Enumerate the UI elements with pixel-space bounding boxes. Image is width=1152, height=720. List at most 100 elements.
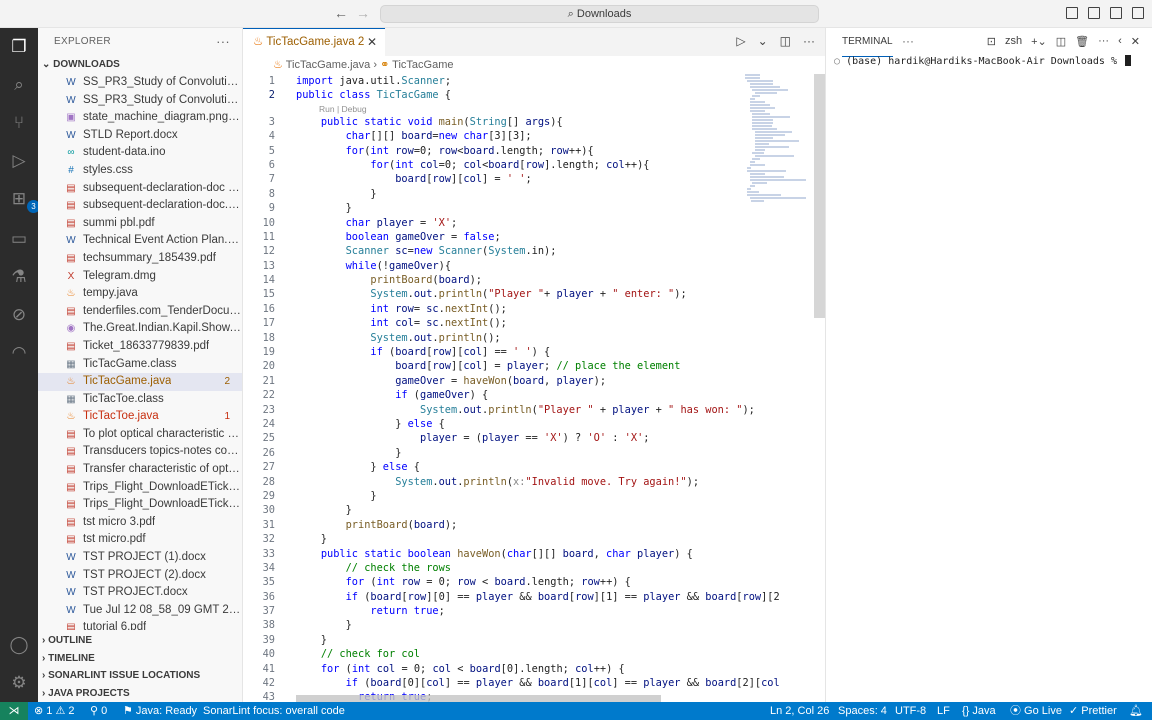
- remote-indicator-icon[interactable]: ⋊: [0, 702, 28, 720]
- file-item[interactable]: ▤ tutorial 6.pdf: [38, 619, 242, 630]
- source-control-icon[interactable]: ⑂: [8, 112, 30, 134]
- file-item[interactable]: ♨ tempy.java: [38, 285, 242, 303]
- go-live-button[interactable]: ⦿ Go Live: [1010, 702, 1062, 720]
- toggle-panel-icon[interactable]: [1088, 7, 1100, 19]
- close-icon[interactable]: ✕: [1131, 35, 1140, 48]
- toggle-secondary-sidebar-icon[interactable]: [1110, 7, 1122, 19]
- minimap-line: [752, 158, 760, 160]
- file-item[interactable]: ▤ techsummary_185439.pdf: [38, 250, 242, 268]
- file-item[interactable]: ▤ Transfer characteristic of opto...: [38, 461, 242, 479]
- section-outline[interactable]: › OUTLINE: [38, 632, 242, 650]
- terminal-prompt-line[interactable]: ○ (base) hardik@Hardiks-MacBook-Air Down…: [834, 55, 1132, 67]
- end-of-line[interactable]: LF: [937, 702, 950, 720]
- close-icon[interactable]: ✕: [367, 29, 377, 56]
- tab-tictacgame[interactable]: ♨ TicTacGame.java 2 ✕: [243, 28, 385, 56]
- file-type-icon: W: [66, 569, 76, 581]
- run-debug-icon[interactable]: ▷: [8, 150, 30, 172]
- file-type-icon: ▤: [66, 340, 76, 352]
- chevron-left-icon[interactable]: ‹: [1118, 35, 1122, 48]
- horizontal-scrollbar[interactable]: [296, 695, 661, 702]
- file-item[interactable]: ▤ Trips_Flight_DownloadETicket ...: [38, 479, 242, 497]
- more-actions-icon[interactable]: ···: [803, 34, 815, 48]
- file-item[interactable]: W TST PROJECT (2).docx: [38, 567, 242, 585]
- code-editor[interactable]: 1 import java.util.Scanner; 2 public class …: [243, 74, 825, 702]
- indentation[interactable]: Spaces: 4: [838, 702, 887, 720]
- section-timeline[interactable]: › TIMELINE: [38, 650, 242, 668]
- sonarlint-icon[interactable]: ◠: [8, 342, 30, 364]
- prettier-status[interactable]: ✓ Prettier: [1069, 702, 1117, 720]
- file-item[interactable]: ▤ Trips_Flight_DownloadETicket....: [38, 496, 242, 514]
- java-projects-icon[interactable]: ⊘: [8, 304, 30, 326]
- encoding[interactable]: UTF-8: [895, 702, 926, 720]
- file-name: state_machine_diagram.png.jpg: [83, 111, 241, 124]
- search-icon[interactable]: ⌕: [8, 74, 30, 96]
- new-terminal-icon[interactable]: +⌄: [1031, 35, 1047, 48]
- bell-icon[interactable]: 🔔︎: [1129, 702, 1143, 720]
- extensions-icon[interactable]: ⊞ 3: [8, 188, 40, 213]
- trash-icon[interactable]: 🗑︎: [1075, 35, 1089, 48]
- cursor-position[interactable]: Ln 2, Col 26: [770, 702, 829, 720]
- codelens-run-debug[interactable]: Run | Debug: [243, 103, 825, 115]
- chevron-down-icon[interactable]: ⌄: [758, 34, 768, 48]
- file-item[interactable]: X Telegram.dmg: [38, 268, 242, 286]
- file-item[interactable]: ▤ tenderfiles.com_TenderDocum...: [38, 303, 242, 321]
- command-center[interactable]: ⌕ Downloads: [380, 5, 819, 23]
- problems-indicator[interactable]: ⊗ 1 ⚠ 2: [34, 702, 74, 720]
- file-item[interactable]: ▦ TicTacGame.class: [38, 356, 242, 374]
- more-actions-icon[interactable]: ···: [1098, 35, 1109, 48]
- file-item[interactable]: ▤ To plot optical characteristic of...: [38, 426, 242, 444]
- file-item[interactable]: W Tue Jul 12 08_58_09 GMT 202...: [38, 602, 242, 620]
- breadcrumb-symbol[interactable]: TicTacGame: [392, 59, 453, 71]
- tab-terminal[interactable]: TERMINAL: [842, 28, 893, 57]
- file-item[interactable]: ▤ tst micro.pdf: [38, 531, 242, 549]
- file-item[interactable]: W TST PROJECT.docx: [38, 584, 242, 602]
- toggle-sidebar-icon[interactable]: [1066, 7, 1078, 19]
- split-terminal-icon[interactable]: ◫: [1056, 35, 1066, 48]
- remote-explorer-icon[interactable]: ▭: [8, 228, 30, 250]
- file-item[interactable]: ♨ TicTacToe.java 1: [38, 408, 242, 426]
- ports-indicator[interactable]: ⚲ 0: [90, 702, 107, 720]
- more-actions-icon[interactable]: ···: [216, 28, 230, 56]
- section-java-projects[interactable]: › JAVA PROJECTS: [38, 685, 242, 703]
- file-item[interactable]: ▤ tst micro 3.pdf: [38, 514, 242, 532]
- terminal-shell-name[interactable]: zsh: [1005, 35, 1022, 48]
- file-item[interactable]: W STLD Report.docx: [38, 127, 242, 145]
- file-item[interactable]: ◉ The.Great.Indian.Kapil.Show.S0...: [38, 320, 242, 338]
- language-mode[interactable]: {} Java: [962, 702, 996, 720]
- vertical-scrollbar[interactable]: [814, 74, 825, 318]
- split-editor-icon[interactable]: ◫: [780, 34, 791, 48]
- file-item[interactable]: W Technical Event Action Plan.docx: [38, 232, 242, 250]
- run-icon[interactable]: ▷: [736, 34, 745, 48]
- customize-layout-icon[interactable]: [1132, 7, 1144, 19]
- file-item[interactable]: ▤ Ticket_18633779839.pdf: [38, 338, 242, 356]
- java-status[interactable]: ⚑ Java: Ready: [123, 702, 197, 720]
- breadcrumb-file[interactable]: TicTacGame.java: [286, 59, 371, 71]
- folder-header[interactable]: ⌄ DOWNLOADS: [38, 56, 242, 74]
- file-name: tst micro.pdf: [83, 533, 146, 546]
- file-item[interactable]: W SS_PR3_Study of Convolution ...: [38, 92, 242, 110]
- minimap-line: [754, 149, 765, 151]
- file-item[interactable]: ▤ summi pbl.pdf: [38, 215, 242, 233]
- minimap[interactable]: [745, 74, 815, 202]
- file-item[interactable]: ♨ TicTacGame.java 2: [38, 373, 242, 391]
- gear-icon[interactable]: ⚙: [8, 672, 30, 694]
- file-item[interactable]: ▣ state_machine_diagram.png.jpg: [38, 109, 242, 127]
- more-actions-icon[interactable]: ···: [902, 28, 914, 54]
- code-text: }: [296, 504, 352, 517]
- testing-icon[interactable]: ⚗: [8, 266, 30, 288]
- code-line: 9 }: [243, 201, 825, 215]
- arrow-left-icon[interactable]: ←: [334, 5, 348, 21]
- file-item[interactable]: W TST PROJECT (1).docx: [38, 549, 242, 567]
- file-item[interactable]: # styles.css: [38, 162, 242, 180]
- file-item[interactable]: ∞ student-data.ino: [38, 144, 242, 162]
- file-item[interactable]: ▤ subsequent-declaration-doc (1...: [38, 180, 242, 198]
- file-item[interactable]: ▤ Transducers topics-notes cove...: [38, 443, 242, 461]
- sonarlint-status[interactable]: SonarLint focus: overall code: [203, 702, 345, 720]
- explorer-icon[interactable]: ❐: [8, 36, 30, 58]
- section-sonarlint[interactable]: › SONARLINT ISSUE LOCATIONS: [38, 667, 242, 685]
- arrow-right-icon[interactable]: →: [356, 5, 370, 21]
- file-item[interactable]: ▦ TicTacToe.class: [38, 391, 242, 409]
- file-item[interactable]: ▤ subsequent-declaration-doc.pdf: [38, 197, 242, 215]
- file-item[interactable]: W SS_PR3_Study of Convolution ...: [38, 74, 242, 92]
- accounts-icon[interactable]: ◯: [8, 634, 30, 656]
